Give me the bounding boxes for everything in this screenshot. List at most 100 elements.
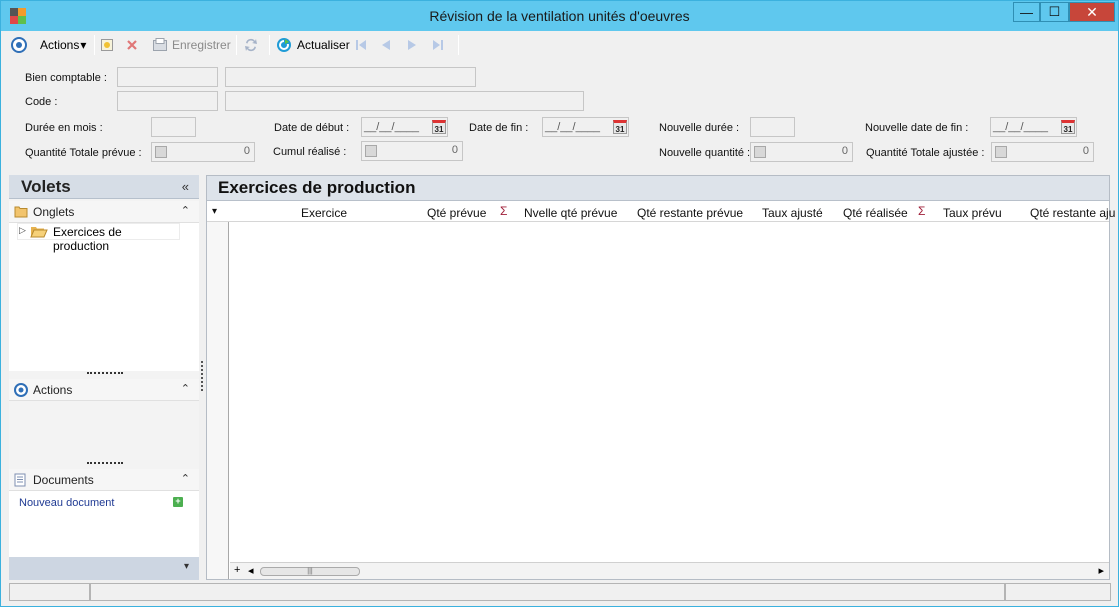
tree-item-label: Exercices de production — [53, 225, 122, 253]
folder-icon — [14, 206, 28, 218]
date-debut-label: Date de début : — [274, 122, 350, 134]
column-header-qte-restante-ajustee[interactable]: Qté restante aju — [1030, 206, 1115, 220]
chevron-down-icon[interactable]: ▾ — [184, 561, 189, 572]
section-grip[interactable] — [87, 372, 123, 374]
collapse-section-icon[interactable]: ⌃ — [181, 382, 190, 395]
actions-menu-button[interactable]: Actions ▾ — [40, 35, 86, 55]
refresh-label: Actualiser — [297, 38, 350, 52]
nouvelle-date-fin-label: Nouvelle date de fin : — [865, 122, 969, 134]
scroll-left-icon[interactable]: ◂ — [248, 564, 254, 577]
collapse-panel-icon[interactable]: « — [182, 179, 189, 194]
qte-totale-ajustee-field[interactable]: 0 — [991, 142, 1094, 162]
minimize-button[interactable]: — — [1013, 2, 1040, 22]
bien-comptable-code-field[interactable] — [117, 67, 218, 87]
new-document-link[interactable]: Nouveau document — [19, 497, 114, 509]
section-grip[interactable] — [87, 462, 123, 464]
tree-expand-icon[interactable]: ▷ — [19, 225, 26, 236]
status-cell-left — [9, 583, 90, 601]
add-row-icon[interactable]: + — [234, 564, 240, 576]
documents-section-header[interactable]: Documents ⌃ — [9, 469, 199, 491]
onglets-section-header[interactable]: Onglets ⌃ — [9, 201, 199, 223]
save-icon — [153, 38, 167, 51]
refresh-button[interactable]: Actualiser — [276, 35, 350, 55]
qte-totale-ajustee-value: 0 — [1082, 145, 1089, 157]
sigma-icon[interactable]: Σ — [918, 204, 925, 218]
maximize-button[interactable]: ☐ — [1040, 2, 1069, 22]
status-bar — [9, 583, 1111, 601]
scroll-thumb[interactable]: ||| — [260, 567, 360, 576]
folder-open-icon — [30, 227, 48, 238]
new-record-button[interactable] — [100, 35, 114, 55]
document-icon — [14, 473, 26, 487]
documents-label: Documents — [33, 473, 94, 487]
column-header-taux-prevu[interactable]: Taux prévu — [943, 206, 1002, 220]
new-document-icon — [101, 39, 113, 51]
bien-comptable-name-field[interactable] — [225, 67, 476, 87]
delete-button[interactable] — [126, 35, 138, 55]
add-document-icon[interactable]: + — [173, 497, 183, 507]
column-header-qte-realisee[interactable]: Qté réalisée — [843, 206, 908, 220]
tree-item-exercices[interactable]: ▷ Exercices de production — [17, 223, 180, 253]
spin-icon[interactable] — [754, 146, 766, 158]
date-fin-field[interactable]: __/__/____ 31 — [542, 117, 629, 137]
date-fin-value: __/__/____ — [545, 121, 601, 133]
nouvelle-date-fin-value: __/__/____ — [993, 121, 1049, 133]
column-header-qte-prevue[interactable]: Qté prévue — [427, 206, 486, 220]
calendar-icon[interactable]: 31 — [432, 120, 446, 134]
duree-mois-label: Durée en mois : — [25, 122, 103, 134]
first-record-button[interactable] — [354, 35, 368, 55]
close-button[interactable]: ✕ — [1069, 2, 1115, 22]
date-debut-value: __/__/____ — [364, 121, 420, 133]
sync-button[interactable] — [243, 35, 259, 55]
scroll-right-icon[interactable]: ▸ — [1098, 564, 1104, 577]
next-record-button[interactable] — [406, 35, 418, 55]
horizontal-scrollbar[interactable]: + ◂ ||| ▸ — [230, 562, 1109, 579]
grid-header: ▾ Exercice Qté prévue Σ Nvelle qté prévu… — [207, 202, 1115, 222]
panel-splitter[interactable] — [201, 361, 203, 391]
nouvelle-duree-field[interactable] — [750, 117, 795, 137]
actions-section-header[interactable]: Actions ⌃ — [9, 379, 199, 401]
column-header-exercice[interactable]: Exercice — [301, 206, 347, 220]
date-debut-field[interactable]: __/__/____ 31 — [361, 117, 448, 137]
save-button[interactable]: Enregistrer — [152, 35, 231, 55]
nouvelle-duree-label: Nouvelle durée : — [659, 122, 740, 134]
delete-icon — [127, 40, 137, 50]
column-header-nvelle-qte-prevue[interactable]: Nvelle qté prévue — [524, 206, 617, 220]
actions-icon — [14, 383, 28, 397]
status-cell-middle — [90, 583, 1005, 601]
qte-totale-prevue-field[interactable]: 0 — [151, 142, 255, 162]
column-header-taux-ajuste[interactable]: Taux ajusté — [762, 206, 823, 220]
sigma-icon[interactable]: Σ — [500, 204, 507, 218]
duree-mois-field[interactable] — [151, 117, 196, 137]
column-header-qte-restante-prevue[interactable]: Qté restante prévue — [637, 206, 743, 220]
maximize-icon: ☐ — [1048, 4, 1061, 19]
bien-comptable-label: Bien comptable : — [25, 72, 107, 84]
cumul-realise-label: Cumul réalisé : — [273, 146, 347, 158]
sync-icon — [245, 38, 257, 52]
previous-record-button[interactable] — [380, 35, 392, 55]
actions-menu-icon[interactable] — [11, 35, 27, 55]
collapse-section-icon[interactable]: ⌃ — [181, 204, 190, 217]
row-menu-icon[interactable]: ▾ — [212, 206, 217, 217]
calendar-icon[interactable]: 31 — [1061, 120, 1075, 134]
volets-header: Volets « — [9, 175, 199, 199]
cumul-realise-field[interactable]: 0 — [361, 141, 463, 161]
collapse-section-icon[interactable]: ⌃ — [181, 472, 190, 485]
spin-icon[interactable] — [155, 146, 167, 158]
spin-icon[interactable] — [995, 146, 1007, 158]
code-field[interactable] — [117, 91, 218, 111]
calendar-icon[interactable]: 31 — [613, 120, 627, 134]
spin-icon[interactable] — [365, 145, 377, 157]
volets-title: Volets — [21, 177, 71, 196]
cumul-realise-value: 0 — [451, 144, 458, 156]
code-description-field[interactable] — [225, 91, 584, 111]
nouvelle-quantite-field[interactable]: 0 — [750, 142, 853, 162]
refresh-icon — [277, 38, 291, 52]
nouvelle-quantite-value: 0 — [841, 145, 848, 157]
actions-section-label: Actions — [33, 383, 73, 397]
qte-totale-prevue-value: 0 — [243, 145, 250, 157]
last-record-button[interactable] — [431, 35, 445, 55]
nouvelle-date-fin-field[interactable]: __/__/____ 31 — [990, 117, 1077, 137]
qte-totale-ajustee-label: Quantité Totale ajustée : — [866, 147, 985, 159]
save-label: Enregistrer — [172, 38, 231, 52]
